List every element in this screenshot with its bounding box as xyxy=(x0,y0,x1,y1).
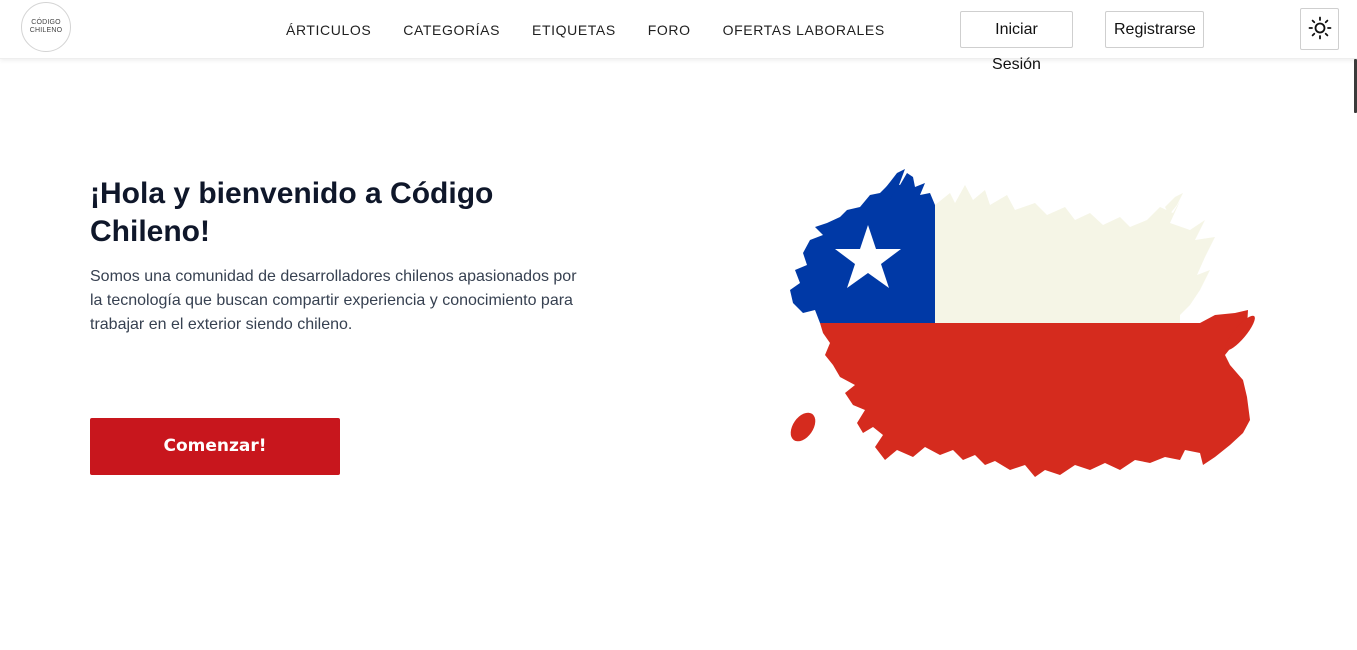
main-nav: ÁRTICULOS CATEGORÍAS ETIQUETAS FORO OFER… xyxy=(286,20,885,40)
start-button[interactable]: Comenzar! xyxy=(90,418,340,475)
site-logo[interactable]: CÓDIGO CHILENO xyxy=(21,2,71,52)
flag-splash-red-left xyxy=(790,412,816,442)
nav-link-foro[interactable]: FORO xyxy=(648,20,691,40)
nav-link-etiquetas[interactable]: ETIQUETAS xyxy=(532,20,616,40)
logo-line-1: CÓDIGO xyxy=(31,19,61,26)
flag-red-band xyxy=(820,310,1250,477)
sun-icon xyxy=(1308,16,1332,43)
register-button[interactable]: Registrarse xyxy=(1105,11,1204,48)
navbar: CÓDIGO CHILENO ÁRTICULOS CATEGORÍAS ETIQ… xyxy=(0,0,1357,73)
nav-link-ofertas-laborales[interactable]: OFERTAS LABORALES xyxy=(723,20,885,40)
theme-toggle-button[interactable] xyxy=(1300,8,1339,50)
logo-line-2: CHILENO xyxy=(29,27,63,34)
hero-title: ¡Hola y bienvenido a Código Chileno! xyxy=(90,177,494,248)
login-button[interactable]: Iniciar Sesión xyxy=(960,11,1073,73)
nav-link-categorias[interactable]: CATEGORÍAS xyxy=(403,20,500,40)
hero-description: Somos una comunidad de desarrolladores c… xyxy=(90,268,577,333)
chilean-flag-image xyxy=(785,165,1255,480)
nav-link-articulos[interactable]: ÁRTICULOS xyxy=(286,20,371,40)
